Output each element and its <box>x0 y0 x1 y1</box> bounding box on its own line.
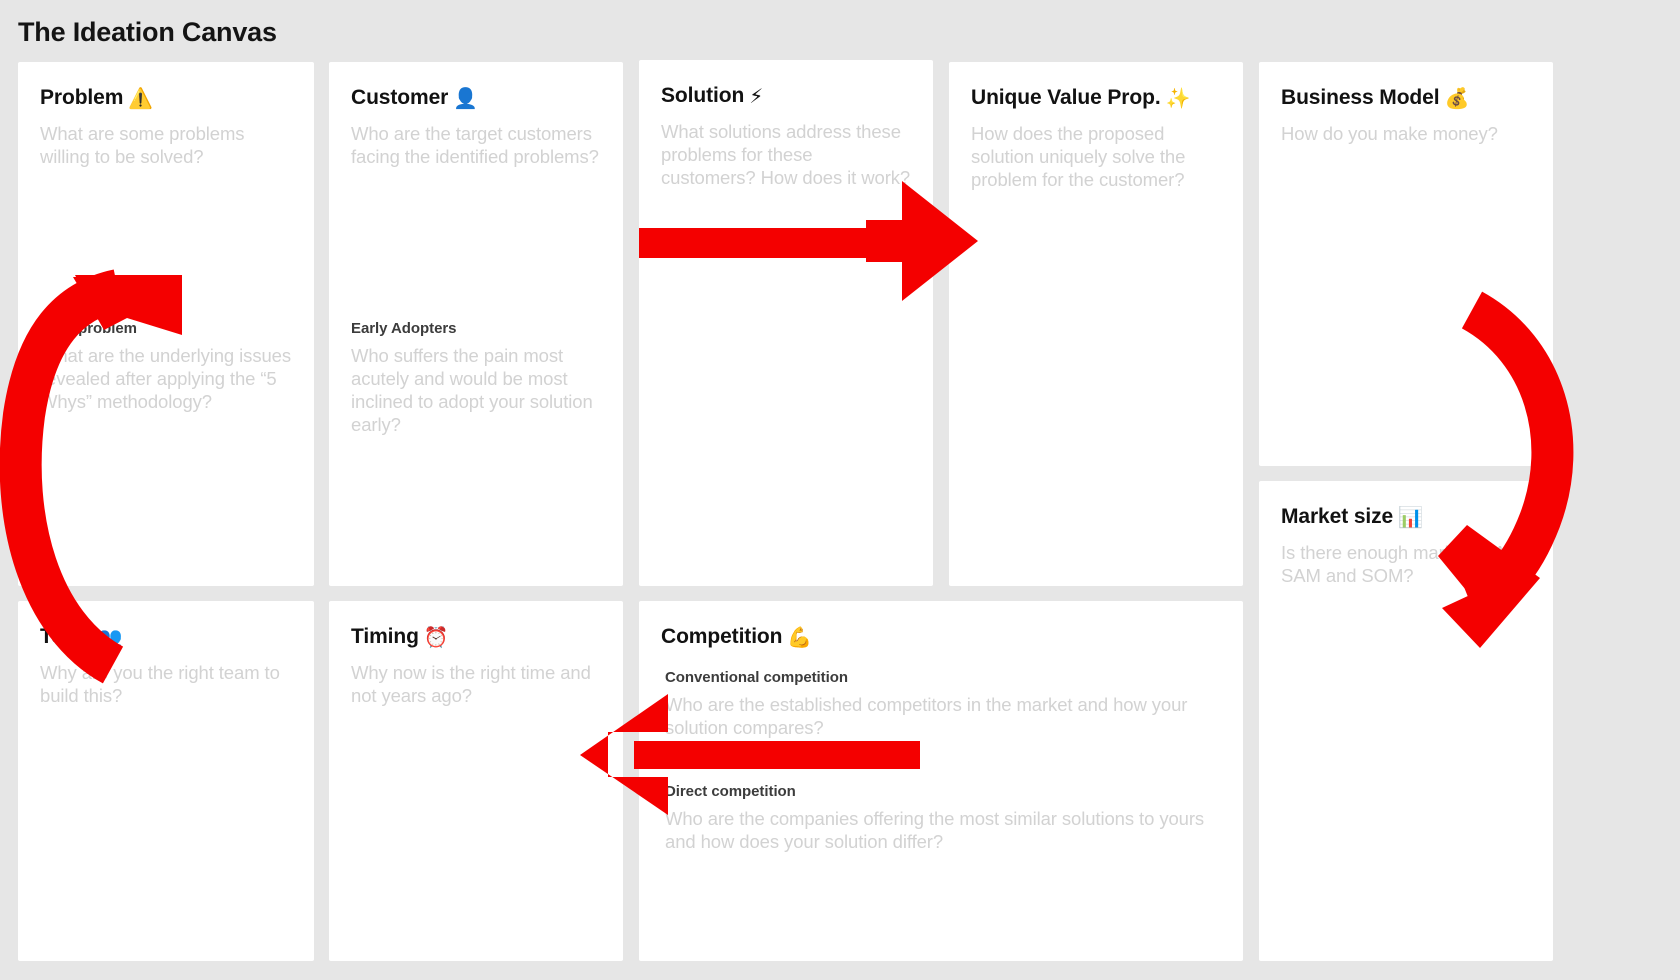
card-problem[interactable]: Problem ⚠️ What are some problems willing… <box>18 62 314 586</box>
alarm-clock-icon: ⏰ <box>423 627 449 649</box>
money-bag-icon: 💰 <box>1444 88 1470 110</box>
card-competition-conventional-description: Who are the established competitors in t… <box>665 694 1188 739</box>
card-customer-title: Customer 👤 <box>351 86 601 111</box>
card-customer-subsection: Early Adopters Who suffers the pain most… <box>351 320 605 437</box>
card-customer[interactable]: Customer 👤 Who are the target customers f… <box>329 62 623 586</box>
card-team-title-text: Team <box>40 625 93 648</box>
card-market-size-description: Is there enough market? TAM, SAM and SOM… <box>1281 542 1527 587</box>
card-team-title: Team 👥 <box>40 625 292 650</box>
busts-in-silhouette-icon: 👥 <box>97 627 123 649</box>
card-problem-description: What are some problems willing to be sol… <box>40 123 245 168</box>
card-team-description: Why are you the right team to build this… <box>40 662 280 707</box>
bar-chart-icon: 📊 <box>1398 507 1423 529</box>
card-competition-title-text: Competition <box>661 625 783 648</box>
card-business-model-description: How do you make money? <box>1281 123 1498 144</box>
card-market-size-title-text: Market size <box>1281 505 1394 528</box>
ideation-canvas-root: The Ideation Canvas Problem ⚠️ What are s… <box>0 0 1680 980</box>
card-competition-conventional-subsection: Conventional competition Who are the est… <box>665 669 1219 739</box>
card-business-model-title: Business Model 💰 <box>1281 86 1531 111</box>
card-problem-sub-description: What are the underlying issues revealed … <box>40 345 291 413</box>
card-customer-sub-title: Early Adopters <box>351 320 457 337</box>
card-unique-value-prop-title-text: Unique Value Prop. <box>971 86 1161 109</box>
card-timing-description: Why now is the right time and not years … <box>351 662 591 707</box>
card-problem-subsection: Core problem What are the underlying iss… <box>40 320 294 413</box>
flexed-biceps-icon: 💪 <box>787 627 813 649</box>
card-competition-direct-subsection: Direct competition Who are the companies… <box>665 783 1219 853</box>
card-competition-direct-title: Direct competition <box>665 783 796 800</box>
card-competition-direct-description: Who are the companies offering the most … <box>665 808 1205 853</box>
card-solution-description: What solutions address these problems fo… <box>661 121 911 189</box>
card-competition-conventional-title: Conventional competition <box>665 669 848 686</box>
card-problem-title-text: Problem <box>40 86 124 109</box>
card-timing-title-text: Timing <box>351 625 419 648</box>
card-team[interactable]: Team 👥 Why are you the right team to buil… <box>18 601 314 961</box>
card-competition-title: Competition 💪 <box>661 625 1221 650</box>
card-problem-sub-title: Core problem <box>40 320 137 337</box>
card-unique-value-prop-title: Unique Value Prop. ✨ <box>971 86 1221 111</box>
card-unique-value-prop-description: How does the proposed solution uniquely … <box>971 123 1186 191</box>
page-title: The Ideation Canvas <box>18 17 277 47</box>
card-solution-title-text: Solution <box>661 84 745 107</box>
bust-in-silhouette-icon: 👤 <box>453 88 479 110</box>
card-unique-value-prop[interactable]: Unique Value Prop. ✨ How does the propose… <box>949 62 1243 586</box>
card-customer-sub-description: Who suffers the pain most acutely and wo… <box>351 345 593 436</box>
warning-icon: ⚠️ <box>128 88 154 110</box>
high-voltage-icon: ⚡ <box>749 86 764 108</box>
sparkles-icon: ✨ <box>1165 88 1191 110</box>
card-business-model[interactable]: Business Model 💰 How do you make money? <box>1259 62 1553 466</box>
card-problem-title: Problem ⚠️ <box>40 86 292 111</box>
card-solution[interactable]: Solution ⚡ What solutions address these p… <box>639 60 933 586</box>
card-customer-description: Who are the target customers facing the … <box>351 123 599 168</box>
card-timing[interactable]: Timing ⏰ Why now is the right time and no… <box>329 601 623 961</box>
card-competition[interactable]: Competition 💪 Conventional competition Wh… <box>639 601 1243 961</box>
card-timing-title: Timing ⏰ <box>351 625 601 650</box>
card-business-model-title-text: Business Model <box>1281 86 1440 109</box>
card-market-size[interactable]: Market size 📊 Is there enough market? TAM… <box>1259 481 1553 961</box>
card-customer-title-text: Customer <box>351 86 449 109</box>
card-solution-title: Solution ⚡ <box>661 84 911 109</box>
card-market-size-title: Market size 📊 <box>1281 505 1531 530</box>
